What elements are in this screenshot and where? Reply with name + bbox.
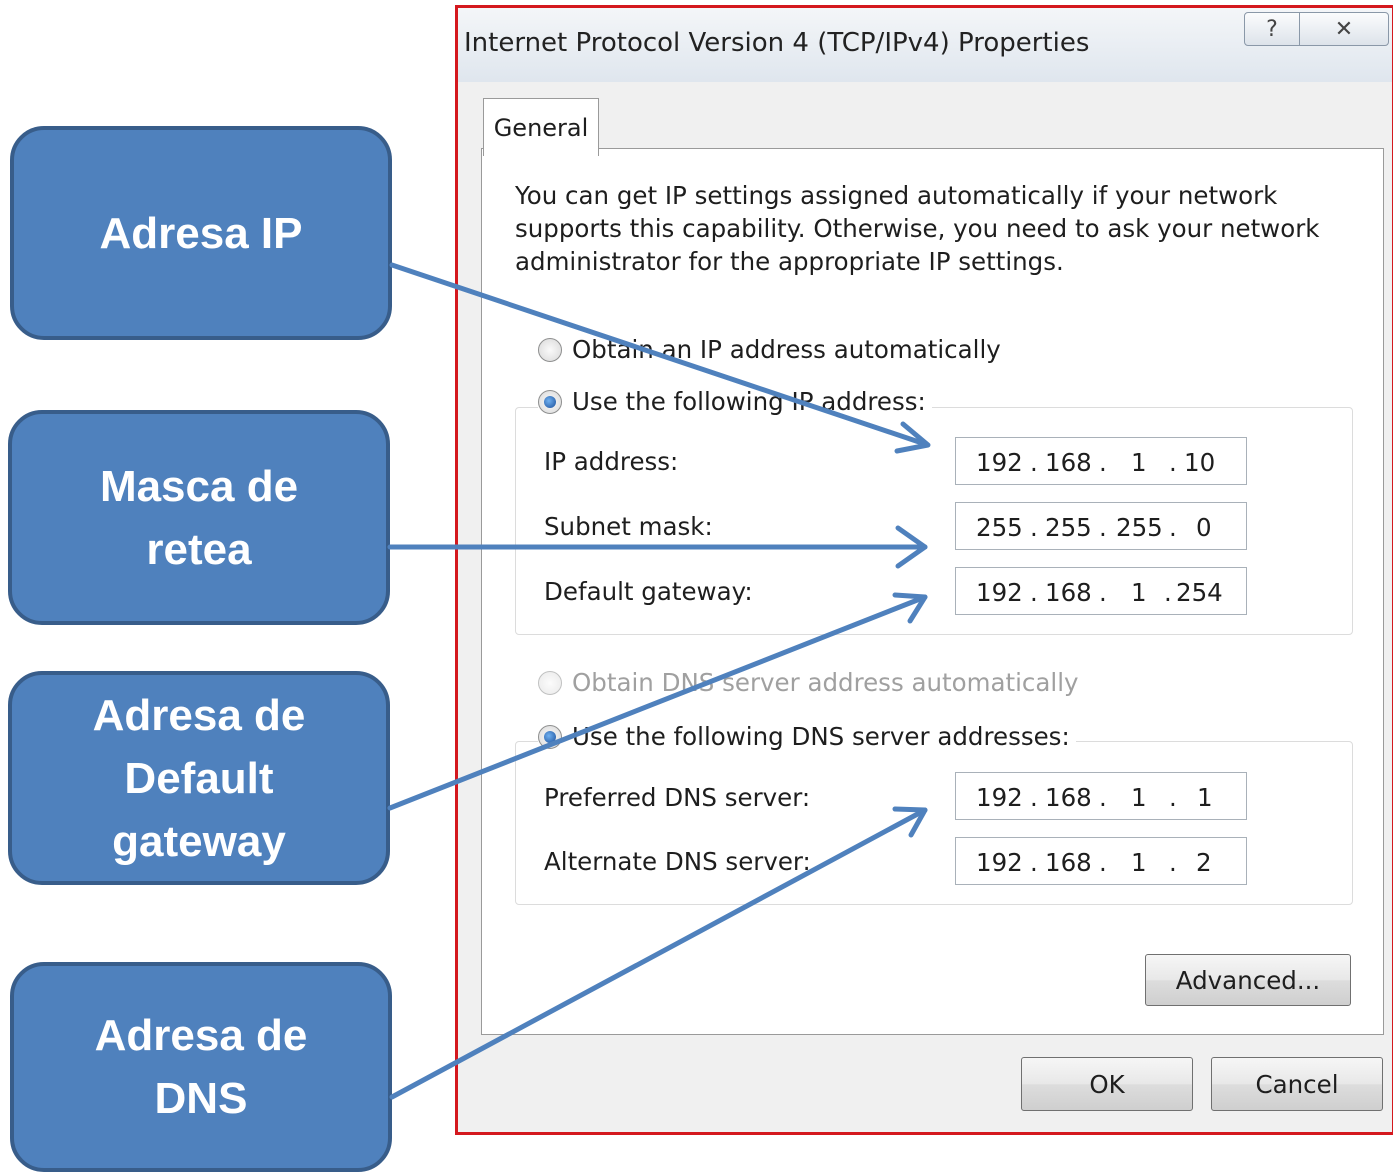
callout-subnet-mask: Masca de retea [8, 410, 390, 625]
ip-octet-4: 10 [1184, 448, 1216, 477]
callout-dns-text: Adresa de DNS [94, 1011, 308, 1123]
radio-unchecked-icon [538, 337, 562, 362]
pdns-octet-3: 1 [1131, 783, 1147, 812]
use-following-dns-radio[interactable]: Use the following DNS server addresses: [538, 722, 1076, 751]
separator: . [1030, 783, 1038, 812]
preferred-dns-field[interactable]: 192 . 168 . 1 . 1 [955, 772, 1247, 820]
title-bar[interactable]: Internet Protocol Version 4 (TCP/IPv4) P… [458, 8, 1392, 82]
intro-text: You can get IP settings assigned automat… [515, 181, 1320, 276]
default-gateway-field[interactable]: 192 . 168 . 1 . 254 [955, 567, 1247, 615]
separator: . [1169, 783, 1177, 812]
separator: . [1169, 448, 1177, 477]
mask-octet-3: 255 [1116, 513, 1163, 542]
ok-button[interactable]: OK [1021, 1057, 1193, 1111]
radio-checked-icon [538, 389, 562, 414]
ip-octet-1: 192 [976, 448, 1023, 477]
subnet-mask-field[interactable]: 255 . 255 . 255 . 0 [955, 502, 1247, 550]
callout-default-gateway-text: Adresa de Default gateway [92, 690, 306, 866]
alternate-dns-field[interactable]: 192 . 168 . 1 . 2 [955, 837, 1247, 885]
separator: . [1030, 848, 1038, 877]
callout-ip-address: Adresa IP [10, 126, 392, 340]
help-icon: ? [1266, 16, 1278, 42]
close-icon: ✕ [1334, 16, 1354, 42]
ip-address-field[interactable]: 192 . 168 . 1 . 10 [955, 437, 1247, 485]
mask-octet-1: 255 [976, 513, 1023, 542]
use-following-ip-label: Use the following IP address: [572, 387, 926, 416]
preferred-dns-label: Preferred DNS server: [544, 783, 811, 812]
obtain-dns-auto-label: Obtain DNS server address automatically [572, 668, 1079, 697]
callout-default-gateway: Adresa de Default gateway [8, 671, 390, 885]
default-gateway-label: Default gateway: [544, 577, 753, 606]
separator: . [1030, 513, 1038, 542]
pdns-octet-2: 168 [1045, 783, 1092, 812]
adns-octet-1: 192 [976, 848, 1023, 877]
ip-octet-3: 1 [1131, 448, 1147, 477]
gw-octet-3: 1 [1131, 578, 1147, 607]
adns-octet-4: 2 [1196, 848, 1212, 877]
gw-octet-1: 192 [976, 578, 1023, 607]
use-following-ip-radio[interactable]: Use the following IP address: [538, 387, 932, 416]
close-button[interactable]: ✕ [1299, 12, 1389, 46]
separator: . [1099, 783, 1107, 812]
pdns-octet-1: 192 [976, 783, 1023, 812]
alternate-dns-label: Alternate DNS server: [544, 847, 811, 876]
mask-octet-4: 0 [1196, 513, 1212, 542]
radio-disabled-icon [538, 670, 562, 695]
ip-octet-2: 168 [1045, 448, 1092, 477]
callout-ip-address-text: Adresa IP [99, 208, 303, 258]
ip-address-label: IP address: [544, 447, 679, 476]
obtain-ip-auto-radio[interactable]: Obtain an IP address automatically [538, 335, 1007, 364]
general-tab-panel: You can get IP settings assigned automat… [481, 148, 1384, 1035]
gw-octet-2: 168 [1045, 578, 1092, 607]
callout-dns: Adresa de DNS [10, 962, 392, 1172]
separator: . [1099, 513, 1107, 542]
gw-octet-4: 254 [1176, 578, 1223, 607]
adns-octet-2: 168 [1045, 848, 1092, 877]
adns-octet-3: 1 [1131, 848, 1147, 877]
tcpip-properties-dialog: Internet Protocol Version 4 (TCP/IPv4) P… [455, 5, 1393, 1135]
separator: . [1099, 848, 1107, 877]
mask-octet-2: 255 [1045, 513, 1092, 542]
cancel-button[interactable]: Cancel [1211, 1057, 1383, 1111]
separator: . [1169, 848, 1177, 877]
advanced-button[interactable]: Advanced... [1145, 954, 1351, 1006]
separator: . [1099, 448, 1107, 477]
use-following-dns-label: Use the following DNS server addresses: [572, 722, 1070, 751]
separator: . [1169, 513, 1177, 542]
tab-general[interactable]: General [483, 98, 599, 156]
callout-subnet-mask-text: Masca de retea [99, 461, 299, 574]
help-button[interactable]: ? [1244, 12, 1300, 46]
separator: . [1099, 578, 1107, 607]
radio-checked-icon [538, 724, 562, 749]
separator: . [1164, 578, 1172, 607]
pdns-octet-4: 1 [1197, 783, 1213, 812]
obtain-ip-auto-label: Obtain an IP address automatically [572, 335, 1001, 364]
subnet-mask-label: Subnet mask: [544, 512, 713, 541]
dialog-title: Internet Protocol Version 4 (TCP/IPv4) P… [464, 28, 1090, 58]
obtain-dns-auto-radio: Obtain DNS server address automatically [538, 668, 1085, 697]
separator: . [1030, 578, 1038, 607]
separator: . [1030, 448, 1038, 477]
